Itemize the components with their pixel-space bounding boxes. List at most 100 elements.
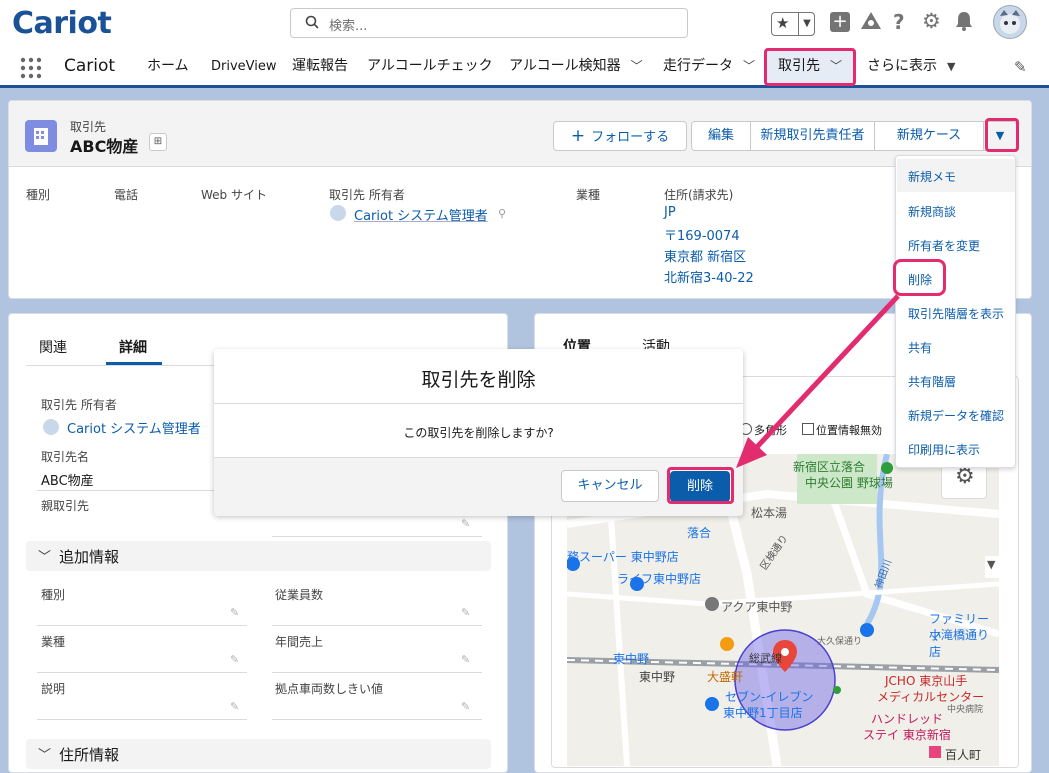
chevron-down-icon: ﹀: [38, 550, 52, 565]
map-label: 中央病院: [947, 705, 984, 715]
map-label: 東中野: [613, 652, 650, 666]
section-address-info[interactable]: ﹀ 住所情報: [26, 739, 491, 769]
edit-pencil-icon[interactable]: ✎: [230, 653, 242, 666]
map-label: 務スーパー 東中野店: [567, 550, 679, 564]
new-contact-button[interactable]: 新規取引先責任者: [750, 121, 875, 151]
record-header: 取引先 ABC物産 ⊞ + フォローする 編集 新規取引先責任者 新規ケース ▼ …: [8, 100, 1032, 299]
field-divider: [272, 672, 482, 673]
owner-link[interactable]: Cariot システム管理者: [67, 418, 201, 437]
address-line[interactable]: 〒169-0074: [664, 225, 740, 244]
modal-title: 取引先を削除: [421, 369, 536, 391]
plus-icon: +: [570, 126, 586, 146]
help-icon[interactable]: ?: [893, 10, 905, 34]
parent-account-label: 親取引先: [41, 499, 90, 513]
record-name: ABC物産: [70, 137, 139, 156]
nav-item-alcohol-check[interactable]: アルコールチェック: [367, 48, 493, 85]
edit-button[interactable]: 編集: [691, 121, 751, 151]
app-logo[interactable]: Cariot: [12, 6, 112, 41]
follow-button[interactable]: + フォローする: [553, 121, 687, 151]
favorites-button[interactable]: ★ ▼: [771, 12, 815, 36]
chevron-down-icon: ▼: [798, 13, 815, 35]
field-divider: [37, 719, 247, 720]
field-label-description: 説明: [41, 682, 66, 696]
map-label: JCHO 東京山手: [885, 674, 968, 688]
edit-pencil-icon[interactable]: ✎: [230, 700, 242, 713]
map-label: 大盛軒: [707, 670, 744, 684]
map-label: 中央公園 野球場: [805, 476, 893, 490]
map-label: 松本湯: [751, 506, 788, 520]
field-phone-label: 電話: [114, 188, 139, 202]
menu-item-sharing-hierarchy[interactable]: 共有階層: [908, 373, 956, 390]
edit-nav-pencil-icon[interactable]: ✎: [1014, 58, 1027, 76]
field-label-industry: 業種: [41, 635, 66, 649]
map-label: 東中野1丁目店: [723, 706, 803, 720]
nav-item-drive-report[interactable]: 運転報告: [292, 48, 348, 85]
global-actions-icon[interactable]: +: [830, 12, 850, 32]
nav-item-alcohol-detector[interactable]: アルコール検知器 ﹀: [509, 48, 643, 85]
edit-pencil-icon[interactable]: ✎: [461, 606, 473, 619]
nav-item-label: アルコール検知器: [509, 58, 621, 74]
map-label: 大久保通り: [817, 637, 863, 647]
cancel-button[interactable]: キャンセル: [561, 470, 659, 502]
notifications-bell-icon[interactable]: [955, 11, 973, 35]
search-input[interactable]: 検索...: [290, 8, 688, 38]
setup-gear-icon[interactable]: ⚙: [922, 9, 941, 33]
address-line[interactable]: 東京都 新宿区: [664, 246, 746, 265]
section-title: 住所情報: [59, 746, 120, 764]
nav-item-more[interactable]: さらに表示 ▼: [867, 48, 955, 85]
edit-pencil-icon[interactable]: ✎: [461, 517, 473, 530]
follow-label: フォローする: [591, 130, 670, 145]
section-additional-info[interactable]: ﹀ 追加情報: [26, 541, 491, 571]
nav-item-driveview[interactable]: DriveView: [211, 48, 277, 85]
map-label: 百人町: [945, 748, 982, 762]
map-label: ステイ 東京新宿: [863, 728, 951, 742]
change-owner-icon[interactable]: ⚲: [498, 207, 506, 220]
field-divider: [272, 625, 482, 626]
map-option-polygon[interactable]: 多角形: [740, 422, 787, 438]
field-label-type: 種別: [41, 588, 66, 602]
field-divider: [37, 625, 247, 626]
address-line[interactable]: JP: [664, 205, 676, 220]
map-label: 落合: [687, 526, 712, 540]
field-website-label: Web サイト: [201, 188, 267, 202]
menu-item-printable-view[interactable]: 印刷用に表示: [908, 441, 980, 458]
new-case-button[interactable]: 新規ケース: [874, 121, 984, 151]
map-option-disable-location[interactable]: 位置情報無効: [802, 422, 882, 438]
owner-link[interactable]: Cariot システム管理者: [354, 205, 488, 224]
map-label: アクア東中野: [721, 600, 793, 614]
edit-pencil-icon[interactable]: ✎: [461, 653, 473, 666]
option-label: 位置情報無効: [816, 424, 882, 437]
address-line[interactable]: 北新宿3-40-22: [664, 267, 754, 286]
more-actions-menu: 新規メモ 新規商談 所有者を変更 削除 取引先階層を表示 共有 共有階層 新規デ…: [895, 155, 1016, 468]
field-industry-label: 業種: [576, 188, 601, 202]
tab-related[interactable]: 関連: [39, 337, 67, 357]
trailhead-icon[interactable]: [860, 10, 882, 36]
menu-item-change-owner[interactable]: 所有者を変更: [908, 237, 980, 254]
app-launcher-icon[interactable]: [20, 57, 42, 83]
chevron-down-icon[interactable]: ﹀: [631, 48, 643, 85]
menu-item-view-hierarchy[interactable]: 取引先階層を表示: [908, 305, 1004, 322]
nav-item-drive-data[interactable]: 走行データ ﹀: [663, 48, 755, 85]
nav-item-home[interactable]: ホーム: [147, 48, 189, 85]
caret-down-icon[interactable]: ▼: [947, 48, 955, 85]
chevron-down-icon[interactable]: ﹀: [743, 48, 755, 85]
owner-avatar-icon: [43, 419, 59, 435]
field-type-label: 種別: [26, 188, 51, 202]
edit-pencil-icon[interactable]: ✎: [461, 700, 473, 713]
field-address-label: 住所(請求先): [664, 188, 734, 202]
map-label: セブン-イレブン: [725, 690, 814, 704]
tab-details[interactable]: 詳細: [119, 337, 147, 357]
map-expand-button[interactable]: ▼: [985, 556, 1003, 578]
account-icon: [25, 120, 57, 152]
field-label-revenue: 年間売上: [275, 635, 324, 649]
menu-item-check-new-data[interactable]: 新規データを確認: [908, 407, 1004, 424]
hierarchy-icon[interactable]: ⊞: [149, 133, 167, 151]
field-divider: [272, 719, 482, 720]
menu-item-share[interactable]: 共有: [908, 339, 932, 356]
menu-item-new-note[interactable]: 新規メモ: [908, 168, 956, 185]
chevron-down-icon: ▼: [987, 558, 996, 571]
user-avatar[interactable]: [993, 5, 1027, 39]
field-label-employees: 従業員数: [275, 588, 324, 602]
menu-item-new-opportunity[interactable]: 新規商談: [908, 203, 956, 220]
edit-pencil-icon[interactable]: ✎: [230, 606, 242, 619]
